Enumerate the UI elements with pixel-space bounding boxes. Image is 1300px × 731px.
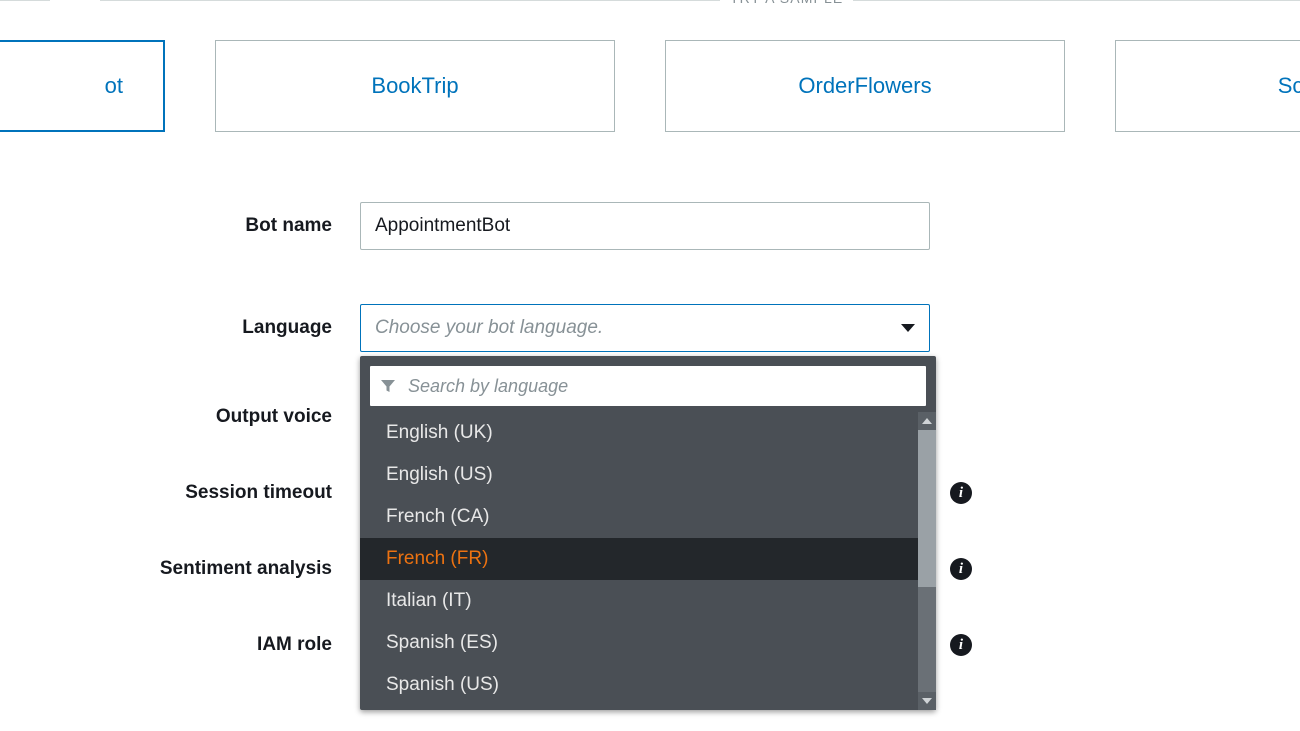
language-option[interactable]: English (US) [360, 454, 936, 496]
card-orderflowers[interactable]: OrderFlowers [665, 40, 1065, 132]
label-iam-role: IAM role [100, 634, 360, 656]
card-booktrip-label: BookTrip [371, 73, 458, 99]
scrollbar-track[interactable] [918, 430, 936, 692]
language-search-box[interactable] [370, 366, 926, 406]
chevron-down-icon [901, 324, 915, 332]
language-option[interactable]: French (FR) [360, 538, 936, 580]
language-search-input[interactable] [406, 375, 916, 398]
card-custom-bot[interactable]: ot [0, 40, 165, 132]
label-output-voice: Output voice [100, 406, 360, 428]
scrollbar-up-button[interactable] [918, 412, 936, 430]
row-bot-name: Bot name [100, 202, 1300, 250]
language-option[interactable]: French (CA) [360, 496, 936, 538]
section-rule-sample [100, 0, 1300, 1]
template-card-row: OWN TRY A SAMPLE ot BookTrip OrderFlower… [0, 0, 1300, 132]
card-custom-bot-label: ot [105, 73, 123, 99]
select-language[interactable]: Choose your bot language. [360, 304, 930, 352]
dropdown-scrollbar[interactable] [918, 412, 936, 710]
row-language: Language Choose your bot language. Engli… [100, 304, 1300, 352]
card-schedule-label: Schedu [1278, 73, 1300, 99]
language-option[interactable]: Italian (IT) [360, 580, 936, 622]
card-orderflowers-label: OrderFlowers [798, 73, 931, 99]
label-session-timeout: Session timeout [100, 482, 360, 504]
input-bot-name[interactable] [360, 202, 930, 250]
label-bot-name: Bot name [100, 215, 360, 237]
info-icon[interactable]: i [950, 558, 972, 580]
scrollbar-thumb[interactable] [918, 430, 936, 587]
label-sentiment: Sentiment analysis [100, 558, 360, 580]
language-dropdown: English (UK)English (US)French (CA)Frenc… [360, 356, 936, 710]
select-language-placeholder: Choose your bot language. [375, 317, 603, 339]
language-option-list-wrap: English (UK)English (US)French (CA)Frenc… [360, 412, 936, 710]
card-schedule[interactable]: Schedu [1115, 40, 1300, 132]
filter-icon [380, 378, 396, 394]
bot-config-form: Bot name Language Choose your bot langua… [100, 202, 1300, 656]
section-rule-own [0, 0, 50, 1]
info-icon[interactable]: i [950, 634, 972, 656]
language-option[interactable]: Spanish (US) [360, 664, 936, 706]
scrollbar-down-button[interactable] [918, 692, 936, 710]
info-icon[interactable]: i [950, 482, 972, 504]
card-booktrip[interactable]: BookTrip [215, 40, 615, 132]
language-option-list: English (UK)English (US)French (CA)Frenc… [360, 412, 936, 710]
section-label-sample: TRY A SAMPLE [720, 0, 853, 6]
label-language: Language [100, 317, 360, 339]
language-option[interactable]: English (UK) [360, 412, 936, 454]
language-option[interactable]: Spanish (ES) [360, 622, 936, 664]
